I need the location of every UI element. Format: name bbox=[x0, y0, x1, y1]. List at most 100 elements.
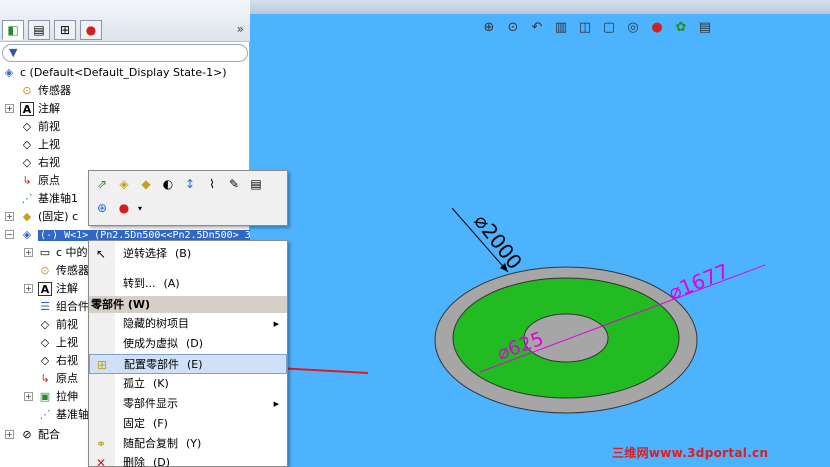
tab-display-manager[interactable]: ● bbox=[80, 20, 102, 40]
sensor-icon: ⊙ bbox=[40, 264, 50, 277]
expand-toggle[interactable]: + bbox=[5, 430, 14, 439]
tree-item-sub-c[interactable]: ▭ c 中的 bbox=[38, 244, 88, 262]
menu-item-delete[interactable]: ✕ 删除 (D) bbox=[89, 453, 287, 467]
expand-toggle[interactable]: + bbox=[24, 392, 33, 401]
submenu-arrow-icon: ▶ bbox=[273, 400, 279, 408]
menu-item-fix[interactable]: 固定 (F) bbox=[89, 414, 287, 434]
tree-filter[interactable]: ▼ bbox=[2, 44, 248, 62]
annotation-icon: A bbox=[38, 282, 52, 296]
tree-item-annotations[interactable]: A 注解 bbox=[20, 100, 60, 118]
open-part-icon[interactable]: ⇗ bbox=[93, 175, 111, 193]
tree-item-sub-origin[interactable]: ↳ 原点 bbox=[38, 370, 78, 388]
tree-item-sub-combined[interactable]: ☰ 组合件 bbox=[38, 298, 89, 316]
expand-toggle[interactable]: + bbox=[24, 248, 33, 257]
property-icon: ▤ bbox=[33, 23, 45, 37]
graphics-viewport[interactable] bbox=[250, 0, 830, 467]
hide-show-icon[interactable]: ◎ bbox=[624, 18, 642, 36]
tree-item-sub-top[interactable]: ◇ 上视 bbox=[38, 334, 78, 352]
expand-toggle[interactable]: + bbox=[24, 284, 33, 293]
menu-item-configure-component[interactable]: ⊞ 配置零部件 (E) bbox=[89, 354, 287, 374]
menu-item-shortcut: (D) bbox=[186, 337, 204, 350]
tree-item-axis1[interactable]: ⋰ 基准轴1 bbox=[20, 190, 79, 208]
assembly-icon: ◈ bbox=[4, 66, 14, 79]
combine-icon: ☰ bbox=[40, 300, 50, 313]
appearance-dropdown-icon[interactable]: ▾ bbox=[131, 199, 149, 217]
tab-feature-tree[interactable]: ◧ bbox=[2, 20, 24, 40]
tree-item-sensors[interactable]: ⊙ 传感器 bbox=[20, 82, 71, 100]
appearance-icon: ● bbox=[85, 23, 97, 37]
collapse-toggle[interactable]: − bbox=[5, 230, 14, 239]
delete-icon: ✕ bbox=[95, 456, 107, 467]
tree-item-fixed-part[interactable]: ◆ (固定) c bbox=[20, 208, 78, 226]
tree-item-front-plane[interactable]: ◇ 前视 bbox=[20, 118, 60, 136]
mates-icon: ⊘ bbox=[22, 428, 32, 441]
tab-configuration[interactable]: ⊞ bbox=[54, 20, 76, 40]
previous-view-icon[interactable]: ↶ bbox=[528, 18, 546, 36]
tree-item-label: 原点 bbox=[38, 174, 60, 187]
section-view-icon[interactable]: ▥ bbox=[552, 18, 570, 36]
tree-item-sub-extrude[interactable]: ▣ 拉伸 bbox=[38, 388, 78, 406]
tab-property-manager[interactable]: ▤ bbox=[28, 20, 50, 40]
menu-item-go-to[interactable]: 转到... (A) bbox=[89, 274, 287, 294]
menu-item-invert-selection[interactable]: ↖ 逆转选择 (B) bbox=[89, 244, 287, 264]
hide-components-icon[interactable]: ◐ bbox=[159, 175, 177, 193]
tree-item-mates[interactable]: ⊘ 配合 bbox=[20, 426, 60, 444]
tree-item-label: (固定) c bbox=[38, 210, 79, 223]
tabs-more-icon[interactable]: » bbox=[237, 22, 244, 36]
apply-scene-icon[interactable]: ✿ bbox=[672, 18, 690, 36]
menu-item-isolate[interactable]: 孤立 (K) bbox=[89, 374, 287, 394]
extrude-icon: ▣ bbox=[39, 390, 51, 403]
edit-appearance-icon[interactable]: ● bbox=[648, 18, 666, 36]
heads-up-view-toolbar: ⊕ ⊙ ↶ ▥ ◫ ▢ ◎ ● ✿ ▤ bbox=[480, 18, 714, 38]
menu-section-header: 零部件 (W) bbox=[89, 296, 287, 313]
tree-item-label: c 中的 bbox=[56, 246, 88, 259]
tree-item-label: 上视 bbox=[38, 138, 60, 151]
edit-assembly-icon[interactable]: ◆ bbox=[137, 175, 155, 193]
axis-icon: ⋰ bbox=[39, 408, 51, 421]
zoom-to-selection-icon[interactable]: ⊕ bbox=[93, 199, 111, 217]
view-orientation-icon[interactable]: ◫ bbox=[576, 18, 594, 36]
configuration-icon: ⊞ bbox=[59, 23, 71, 37]
filter-icon: ▼ bbox=[9, 46, 18, 59]
menu-item-shortcut: (A) bbox=[163, 277, 180, 290]
menu-item-copy-with-mates[interactable]: ⚭ 随配合复制 (Y) bbox=[89, 434, 287, 454]
menu-item-label: 转到... bbox=[123, 277, 156, 290]
submenu-arrow-icon: ▶ bbox=[273, 320, 279, 328]
tree-item-sub-sensors[interactable]: ⊙ 传感器 bbox=[38, 262, 89, 280]
view-settings-icon[interactable]: ▤ bbox=[696, 18, 714, 36]
component-icon: ◈ bbox=[22, 228, 32, 241]
display-style-icon[interactable]: ▢ bbox=[600, 18, 618, 36]
menu-item-shortcut: (F) bbox=[153, 417, 168, 430]
tree-root-label: c (Default<Default_Display State-1>) bbox=[20, 66, 227, 79]
cursor-icon: ↖ bbox=[95, 247, 107, 261]
tree-item-top-plane[interactable]: ◇ 上视 bbox=[20, 136, 60, 154]
feature-tree-icon: ◧ bbox=[7, 23, 19, 37]
zoom-to-fit-icon[interactable]: ⊕ bbox=[480, 18, 498, 36]
expand-toggle[interactable]: + bbox=[5, 212, 14, 221]
menu-item-shortcut: (B) bbox=[175, 247, 192, 260]
expand-toggle[interactable]: + bbox=[5, 104, 14, 113]
tree-item-sub-axis[interactable]: ⋰ 基准轴 bbox=[38, 406, 90, 424]
rebuild-icon[interactable]: ↕ bbox=[181, 175, 199, 193]
attach-icon[interactable]: ⌇ bbox=[203, 175, 221, 193]
menu-item-hidden-tree-items[interactable]: 隐藏的树项目 ▶ bbox=[89, 314, 287, 334]
tree-item-label: 前视 bbox=[56, 318, 78, 331]
sketch-icon[interactable]: ✎ bbox=[225, 175, 243, 193]
edit-part-icon[interactable]: ◈ bbox=[115, 175, 133, 193]
properties-icon[interactable]: ▤ bbox=[247, 175, 265, 193]
tree-item-right-plane[interactable]: ◇ 右视 bbox=[20, 154, 60, 172]
tree-item-origin[interactable]: ↳ 原点 bbox=[20, 172, 60, 190]
tree-root[interactable]: ◈ c (Default<Default_Display State-1>) bbox=[2, 64, 227, 82]
zoom-area-icon[interactable]: ⊙ bbox=[504, 18, 522, 36]
tree-item-sub-annotations[interactable]: A 注解 bbox=[38, 280, 78, 298]
copy-with-mates-icon: ⚭ bbox=[95, 437, 107, 451]
menu-item-component-display[interactable]: 零部件显示 ▶ bbox=[89, 394, 287, 414]
plane-icon: ◇ bbox=[40, 318, 50, 331]
tree-item-sub-front[interactable]: ◇ 前视 bbox=[38, 316, 78, 334]
configure-component-icon: ⊞ bbox=[96, 358, 108, 372]
tree-item-sub-right[interactable]: ◇ 右视 bbox=[38, 352, 78, 370]
menu-item-label: 配置零部件 bbox=[124, 358, 179, 371]
plane-icon: ◇ bbox=[22, 156, 32, 169]
menu-item-make-virtual[interactable]: 使成为虚拟 (D) bbox=[89, 334, 287, 354]
tree-item-label: 注解 bbox=[38, 102, 60, 115]
